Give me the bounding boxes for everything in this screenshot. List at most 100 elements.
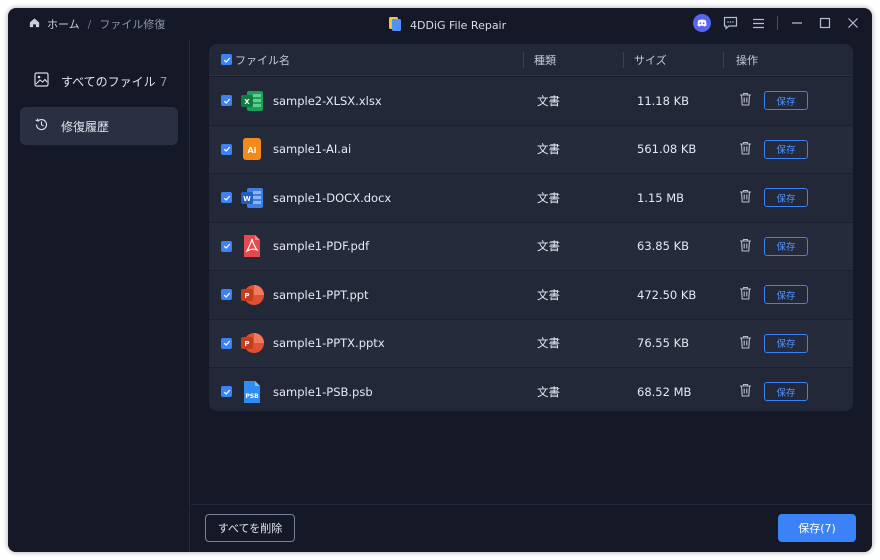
trash-icon[interactable] xyxy=(739,383,752,400)
file-type: 文書 xyxy=(537,142,560,157)
trash-icon[interactable] xyxy=(739,286,752,303)
save-button[interactable]: 保存 xyxy=(764,285,808,305)
save-all-button[interactable]: 保存(7) xyxy=(778,514,856,542)
file-size: 76.55 KB xyxy=(637,336,690,351)
footer-bar: すべてを削除 保存(7) xyxy=(191,504,872,552)
file-type: 文書 xyxy=(537,287,560,302)
row-actions: 保存 xyxy=(727,236,853,256)
close-icon[interactable] xyxy=(844,14,862,32)
file-size: 472.50 KB xyxy=(637,287,697,302)
photoshop-icon: PSB xyxy=(239,379,265,405)
file-type: 文書 xyxy=(537,384,560,399)
file-type: 文書 xyxy=(537,93,560,108)
row-checkbox[interactable] xyxy=(209,386,239,398)
table-row[interactable]: PSB sample1-PSB.psb 文書 68.52 MB 保存 xyxy=(209,367,853,411)
home-icon[interactable] xyxy=(28,16,41,32)
sidebar-item-count: 7 xyxy=(159,74,168,89)
svg-text:Ai: Ai xyxy=(248,146,257,155)
file-name: sample1-PPTX.pptx xyxy=(273,336,385,351)
row-actions: 保存 xyxy=(727,188,853,208)
svg-text:P: P xyxy=(244,292,249,300)
file-name-cell: Psample1-PPTX.pptx xyxy=(239,330,527,356)
powerpoint-icon: P xyxy=(239,330,265,356)
file-name: sample1-PDF.pdf xyxy=(273,239,370,254)
file-size: 11.18 KB xyxy=(637,93,690,108)
table-row[interactable]: Wsample1-DOCX.docx 文書 1.15 MB 保存 xyxy=(209,173,853,222)
table-row[interactable]: Psample1-PPTX.pptx 文書 76.55 KB 保存 xyxy=(209,318,853,367)
main-panel: ファイル名 種類 サイズ 操作 Xsample2-XLSX.xlsx 文書 11.1… xyxy=(191,40,872,504)
row-actions: 保存 xyxy=(727,139,853,159)
file-name-cell: Xsample2-XLSX.xlsx xyxy=(239,88,527,114)
breadcrumb: ホーム / ファイル修復 xyxy=(28,16,165,32)
breadcrumb-home[interactable]: ホーム xyxy=(47,16,80,32)
table-row[interactable]: Ai sample1-AI.ai 文書 561.08 KB 保存 xyxy=(209,124,853,173)
row-checkbox[interactable] xyxy=(209,143,239,155)
row-checkbox[interactable] xyxy=(209,289,239,301)
svg-text:W: W xyxy=(243,195,251,203)
illustrator-icon: Ai xyxy=(239,136,265,162)
trash-icon[interactable] xyxy=(739,92,752,109)
table-row[interactable]: Psample1-PPT.ppt 文書 472.50 KB 保存 xyxy=(209,270,853,319)
table-row[interactable]: Xsample2-XLSX.xlsx 文書 11.18 KB 保存 xyxy=(209,76,853,125)
row-checkbox[interactable] xyxy=(209,192,239,204)
breadcrumb-current: ファイル修復 xyxy=(99,18,166,31)
save-button[interactable]: 保存 xyxy=(764,91,808,111)
file-size: 561.08 KB xyxy=(637,142,697,157)
file-name-cell: PSB sample1-PSB.psb xyxy=(239,379,527,405)
trash-icon[interactable] xyxy=(739,141,752,158)
file-type: 文書 xyxy=(537,239,560,254)
file-type: 文書 xyxy=(537,190,560,205)
row-checkbox[interactable] xyxy=(209,337,239,349)
maximize-icon[interactable] xyxy=(816,14,834,32)
trash-icon[interactable] xyxy=(739,238,752,255)
app-window: ホーム / ファイル修復 4DDiG File Repair すべてのファイル … xyxy=(8,8,872,552)
file-name: sample1-PSB.psb xyxy=(273,384,373,399)
row-actions: 保存 xyxy=(727,382,853,402)
svg-text:PSB: PSB xyxy=(245,393,259,400)
file-size: 68.52 MB xyxy=(637,384,692,399)
file-size: 1.15 MB xyxy=(637,190,685,205)
trash-icon[interactable] xyxy=(739,335,752,352)
file-table: ファイル名 種類 サイズ 操作 Xsample2-XLSX.xlsx 文書 11.1… xyxy=(209,44,853,411)
table-row[interactable]: sample1-PDF.pdf 文書 63.85 KB 保存 xyxy=(209,221,853,270)
file-name-cell: Ai sample1-AI.ai xyxy=(239,136,527,162)
file-name-cell: Wsample1-DOCX.docx xyxy=(239,185,527,211)
save-button[interactable]: 保存 xyxy=(764,139,808,159)
file-type: 文書 xyxy=(537,336,560,351)
save-button[interactable]: 保存 xyxy=(764,236,808,256)
image-icon xyxy=(34,72,49,90)
feedback-icon[interactable] xyxy=(721,14,739,32)
sidebar-item-label: すべてのファイル xyxy=(61,74,156,89)
breadcrumb-separator: / xyxy=(87,17,92,31)
row-checkbox[interactable] xyxy=(209,240,239,252)
delete-all-button[interactable]: すべてを削除 xyxy=(205,514,295,542)
header-type: 種類 xyxy=(523,51,623,68)
save-button[interactable]: 保存 xyxy=(764,333,808,353)
save-button[interactable]: 保存 xyxy=(764,382,808,402)
table-header: ファイル名 種類 サイズ 操作 xyxy=(209,44,853,76)
discord-icon[interactable] xyxy=(693,14,711,32)
sidebar-item-history[interactable]: 修復履歴 xyxy=(20,107,178,145)
minimize-icon[interactable] xyxy=(788,14,806,32)
save-button[interactable]: 保存 xyxy=(764,188,808,208)
row-actions: 保存 xyxy=(727,91,853,111)
menu-icon[interactable] xyxy=(749,14,767,32)
table-body: Xsample2-XLSX.xlsx 文書 11.18 KB 保存 Ai sample1-… xyxy=(209,76,853,411)
file-size: 63.85 KB xyxy=(637,239,690,254)
excel-icon: X xyxy=(239,88,265,114)
file-name-cell: Psample1-PPT.ppt xyxy=(239,282,527,308)
controls-divider xyxy=(777,16,778,30)
file-name: sample1-AI.ai xyxy=(273,142,352,157)
pdf-icon xyxy=(239,233,265,259)
powerpoint-icon: P xyxy=(239,282,265,308)
header-name: ファイル名 xyxy=(235,53,290,67)
header-size: サイズ xyxy=(623,51,723,68)
trash-icon[interactable] xyxy=(739,189,752,206)
sidebar-item-all-files[interactable]: すべてのファイル 7 xyxy=(20,62,178,100)
row-checkbox[interactable] xyxy=(209,95,239,107)
file-name: sample2-XLSX.xlsx xyxy=(273,93,382,108)
row-actions: 保存 xyxy=(727,333,853,353)
file-name-cell: sample1-PDF.pdf xyxy=(239,233,527,259)
app-title-text: 4DDiG File Repair xyxy=(410,19,507,32)
window-controls xyxy=(693,14,862,32)
